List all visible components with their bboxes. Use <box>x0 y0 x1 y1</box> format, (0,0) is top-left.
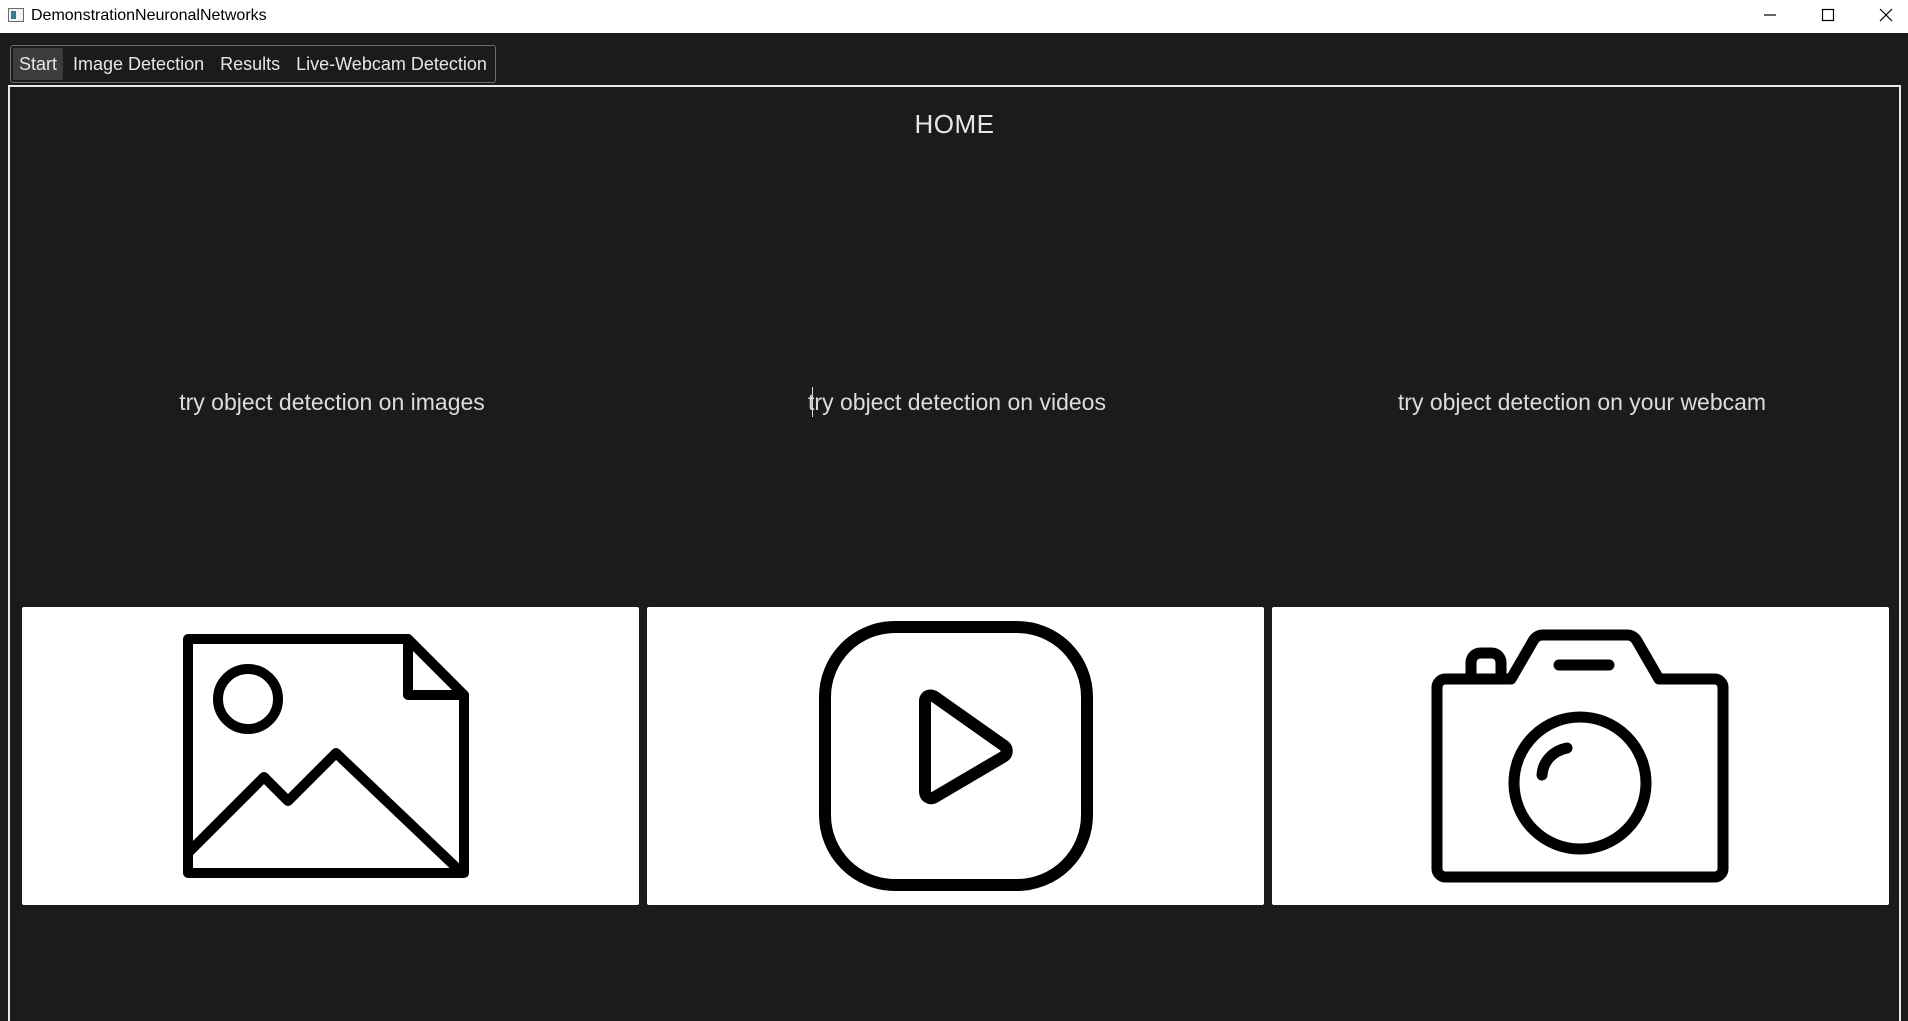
videos-option-label: try object detection on videos <box>808 389 1106 415</box>
webcam-option-label: try object detection on your webcam <box>1397 389 1767 415</box>
tab-live-webcam-detection[interactable]: Live-Webcam Detection <box>290 48 493 80</box>
app-window-icon <box>8 8 24 22</box>
image-detection-button[interactable] <box>22 607 639 905</box>
minimize-icon <box>1764 14 1776 16</box>
title-bar: DemonstrationNeuronalNetworks <box>0 0 1908 33</box>
tab-image-detection[interactable]: Image Detection <box>67 48 210 80</box>
maximize-icon <box>1821 8 1835 22</box>
webcam-detection-button[interactable] <box>1272 607 1889 905</box>
image-file-icon <box>182 634 469 878</box>
maximize-button[interactable] <box>1799 0 1857 30</box>
close-icon <box>1879 8 1893 22</box>
tab-results[interactable]: Results <box>214 48 286 80</box>
text-caret <box>812 387 813 417</box>
close-button[interactable] <box>1857 0 1908 30</box>
images-option-label: try object detection on images <box>179 389 485 415</box>
window-title: DemonstrationNeuronalNetworks <box>31 7 267 24</box>
minimize-button[interactable] <box>1741 0 1799 30</box>
camera-icon <box>1431 629 1728 883</box>
page-title: HOME <box>914 109 995 139</box>
tab-start[interactable]: Start <box>13 48 64 80</box>
start-page-panel: HOME try object detection on images try … <box>8 85 1901 1021</box>
main-tab-bar: Start Image Detection Results Live-Webca… <box>10 45 496 83</box>
video-detection-button[interactable] <box>647 607 1264 905</box>
play-video-icon <box>818 621 1093 891</box>
